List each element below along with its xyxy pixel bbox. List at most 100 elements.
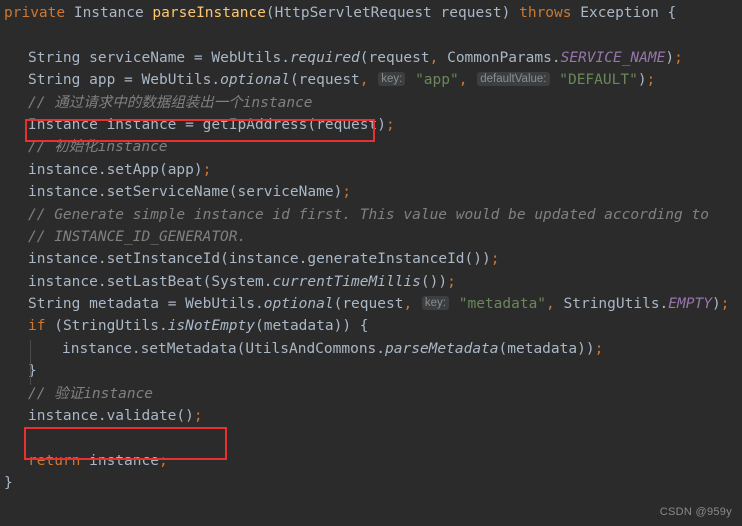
code-line[interactable]: String serviceName = WebUtils.required(r… (0, 47, 742, 69)
code-token: request (368, 49, 430, 66)
code-token: parseInstance (152, 5, 266, 21)
code-token: ; (342, 184, 352, 201)
code-token: . (551, 49, 561, 66)
code-token: . (376, 340, 386, 357)
code-token: ( (45, 318, 63, 335)
code-token: request (342, 296, 404, 313)
code-line[interactable]: instance.setInstanceId(instance.generate… (0, 248, 742, 270)
code-token: ) (377, 116, 386, 133)
code-line[interactable]: instance.setMetadata(UtilsAndCommons.par… (0, 338, 742, 360)
code-token: ( (498, 340, 508, 357)
code-token: )) { (333, 318, 369, 335)
code-token: ; (202, 161, 212, 178)
code-token: instance (28, 184, 98, 201)
code-token: instance (62, 340, 132, 357)
code-token: serviceName (80, 49, 194, 66)
code-token: . (131, 340, 141, 357)
code-token: Exception (580, 5, 659, 21)
code-line[interactable]: if (StringUtils.isNotEmpty(metadata)) { (0, 315, 742, 337)
code-token: instance (28, 161, 98, 178)
code-token: ( (220, 251, 229, 268)
code-token: } (4, 475, 13, 492)
code-line[interactable]: } (0, 472, 742, 494)
code-token: setInstanceId (106, 251, 221, 268)
code-comment: // 初始化instance (28, 139, 168, 156)
code-token: ; (385, 116, 395, 133)
code-line[interactable]: instance.setServiceName(serviceName); (0, 181, 742, 203)
code-token: ( (307, 116, 317, 133)
code-token: . (97, 408, 107, 425)
code-line[interactable]: // Generate simple instance id first. Th… (0, 204, 742, 226)
code-line[interactable]: // 通过请求中的数据组装出一个instance (0, 92, 742, 114)
code-line[interactable]: String app = WebUtils.optional(request, … (0, 69, 742, 91)
csdn-watermark: CSDN @959y (659, 506, 732, 518)
code-token: = (185, 116, 194, 133)
code-line[interactable]: private Instance parseInstance(HttpServl… (0, 2, 742, 24)
code-content[interactable]: private Instance parseInstance(HttpServl… (0, 0, 742, 495)
keyword-token: throws (519, 5, 572, 21)
code-line[interactable]: Instance instance = getIpAddress(request… (0, 114, 742, 136)
code-token: = (124, 72, 133, 89)
code-token: ; (447, 273, 456, 290)
code-token: optional (263, 296, 334, 313)
code-token: )) (577, 340, 595, 357)
code-line[interactable] (0, 24, 742, 46)
code-token: . (255, 296, 264, 313)
code-token: , (359, 72, 369, 89)
code-token: { (658, 5, 677, 21)
code-token: SERVICE_NAME (560, 49, 666, 66)
code-line[interactable]: // INSTANCE_ID_GENERATOR. (0, 226, 742, 248)
code-editor-pane[interactable]: private Instance parseInstance(HttpServl… (0, 0, 742, 526)
code-token: ; (490, 251, 500, 268)
code-line[interactable] (0, 427, 742, 449)
code-token: . (211, 72, 221, 89)
code-token: parseMetadata (385, 340, 499, 357)
code-token: Instance (28, 116, 98, 133)
code-token: CommonParams (447, 49, 552, 66)
code-token: getIpAddress (202, 116, 308, 133)
code-line[interactable]: instance.setApp(app); (0, 159, 742, 181)
code-token: request (316, 116, 378, 133)
code-line[interactable]: instance.setLastBeat(System.currentTimeM… (0, 271, 742, 293)
code-token: ( (265, 5, 275, 21)
code-token: ( (158, 161, 168, 178)
code-line[interactable]: } (0, 360, 742, 382)
code-token: System (211, 273, 264, 290)
code-token: . (97, 273, 107, 290)
code-token: String (28, 49, 81, 66)
code-token: request (431, 5, 502, 21)
code-line[interactable]: // 初始化instance (0, 136, 742, 158)
code-token: setServiceName (106, 184, 229, 201)
code-token: = (193, 49, 203, 66)
code-token: . (97, 251, 107, 268)
code-token: setMetadata (140, 340, 237, 357)
code-token: . (281, 49, 290, 66)
indent-guide (30, 340, 31, 385)
code-token: ( (289, 72, 299, 89)
code-token: , (403, 296, 413, 313)
string-literal: "metadata" (458, 296, 547, 313)
inlay-parameter-hint: defaultValue: (477, 72, 550, 87)
code-token: . (158, 318, 168, 335)
code-token: serviceName (237, 184, 334, 201)
code-token: instance (28, 251, 98, 268)
code-token: ( (255, 318, 264, 335)
code-line[interactable]: String metadata = WebUtils.optional(requ… (0, 293, 742, 315)
code-token: generateInstanceId (307, 251, 465, 268)
code-token: app (167, 161, 194, 178)
code-token: ) (711, 296, 721, 313)
code-token: ) (665, 49, 675, 66)
code-line[interactable]: instance.validate(); (0, 405, 742, 427)
code-token: ()) (464, 251, 491, 268)
code-line[interactable]: return instance; (0, 450, 742, 472)
code-token: WebUtils (185, 296, 256, 313)
code-line[interactable]: // 验证instance (0, 383, 742, 405)
inlay-parameter-hint: key: (421, 296, 449, 311)
